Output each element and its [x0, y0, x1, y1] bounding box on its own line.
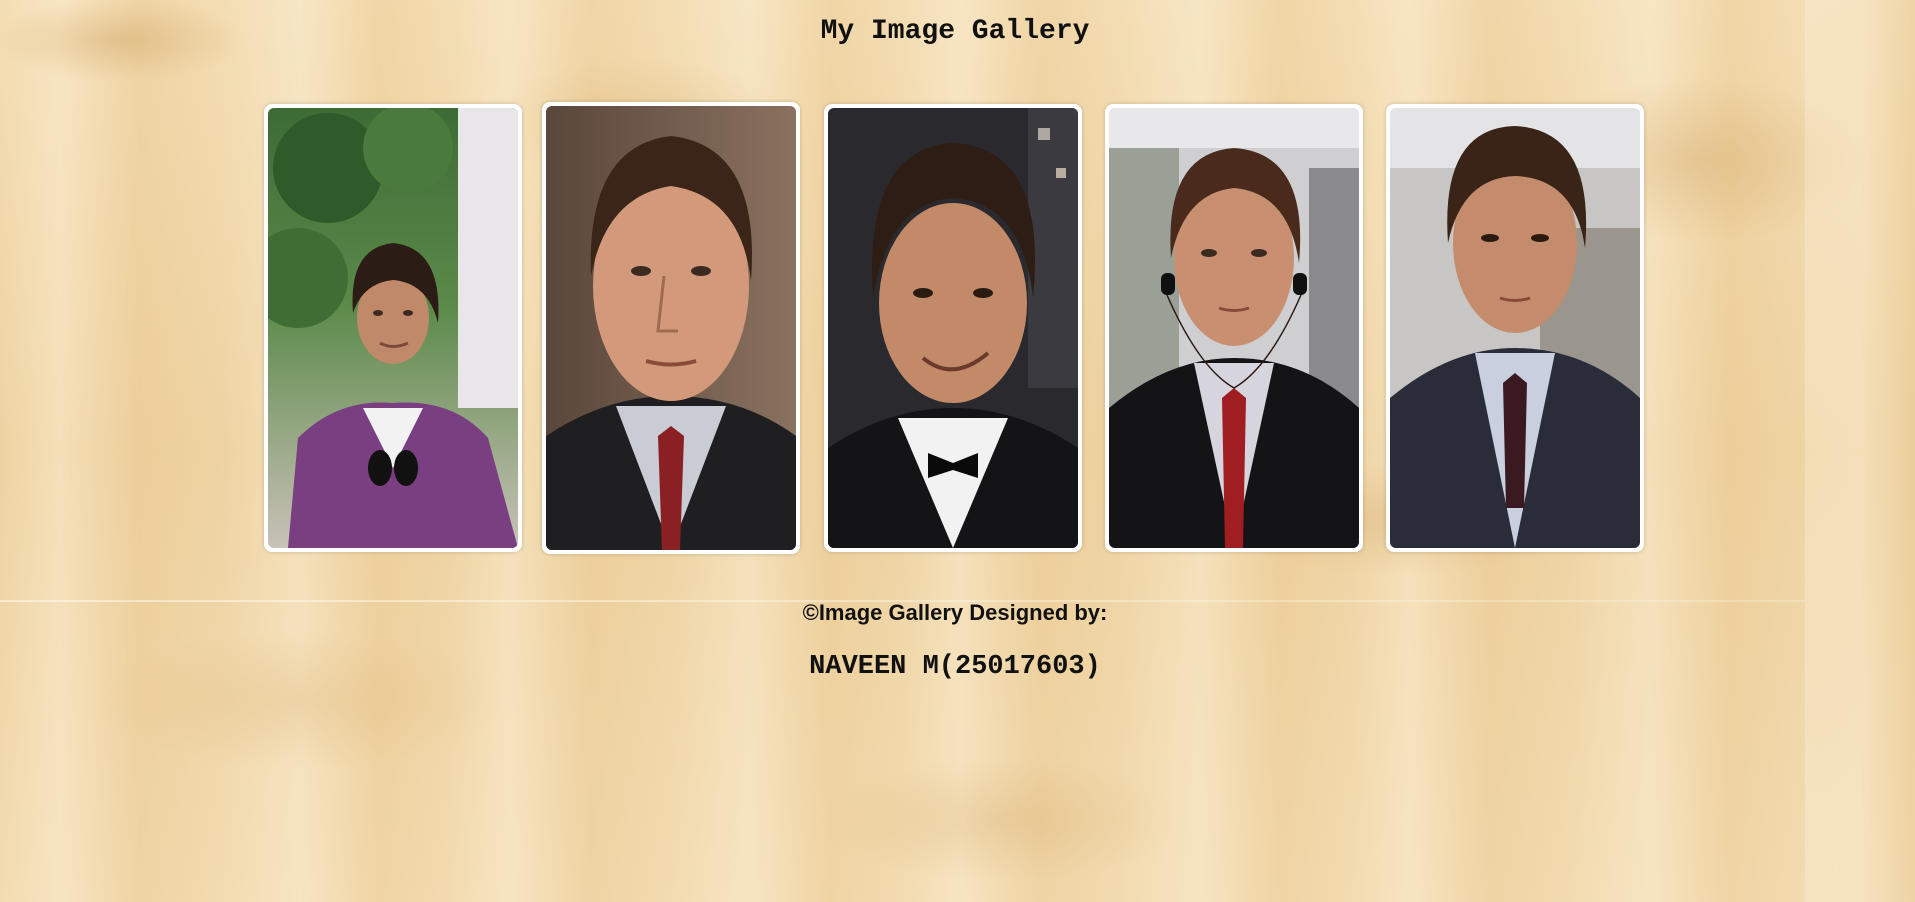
gallery-photo-4[interactable]: [1109, 108, 1359, 548]
footer-author: NAVEEN M(25017603): [809, 652, 1101, 682]
footer-credit-label: ©Image Gallery Designed by:: [802, 600, 1108, 625]
image-gallery: [264, 102, 1650, 554]
background-texture-strip: [1805, 0, 1915, 902]
photo-man-pinstripe-suit: [1390, 108, 1640, 548]
gallery-photo-5[interactable]: [1390, 108, 1640, 548]
gallery-photo-1[interactable]: [268, 108, 518, 548]
photo-man-suit-closeup: [546, 106, 796, 550]
gallery-card-1[interactable]: [264, 104, 522, 552]
gallery-card-5[interactable]: [1386, 104, 1644, 552]
photo-man-purple-shirt: [268, 108, 518, 548]
gallery-photo-3[interactable]: [828, 108, 1078, 548]
gallery-card-2[interactable]: [542, 102, 800, 554]
gallery-card-4[interactable]: [1105, 104, 1363, 552]
page-title: My Image Gallery: [820, 16, 1090, 47]
gallery-photo-2[interactable]: [546, 106, 796, 550]
gallery-card-3[interactable]: [824, 104, 1082, 552]
photo-man-headphones: [1109, 108, 1359, 548]
photo-man-tuxedo: [828, 108, 1078, 548]
